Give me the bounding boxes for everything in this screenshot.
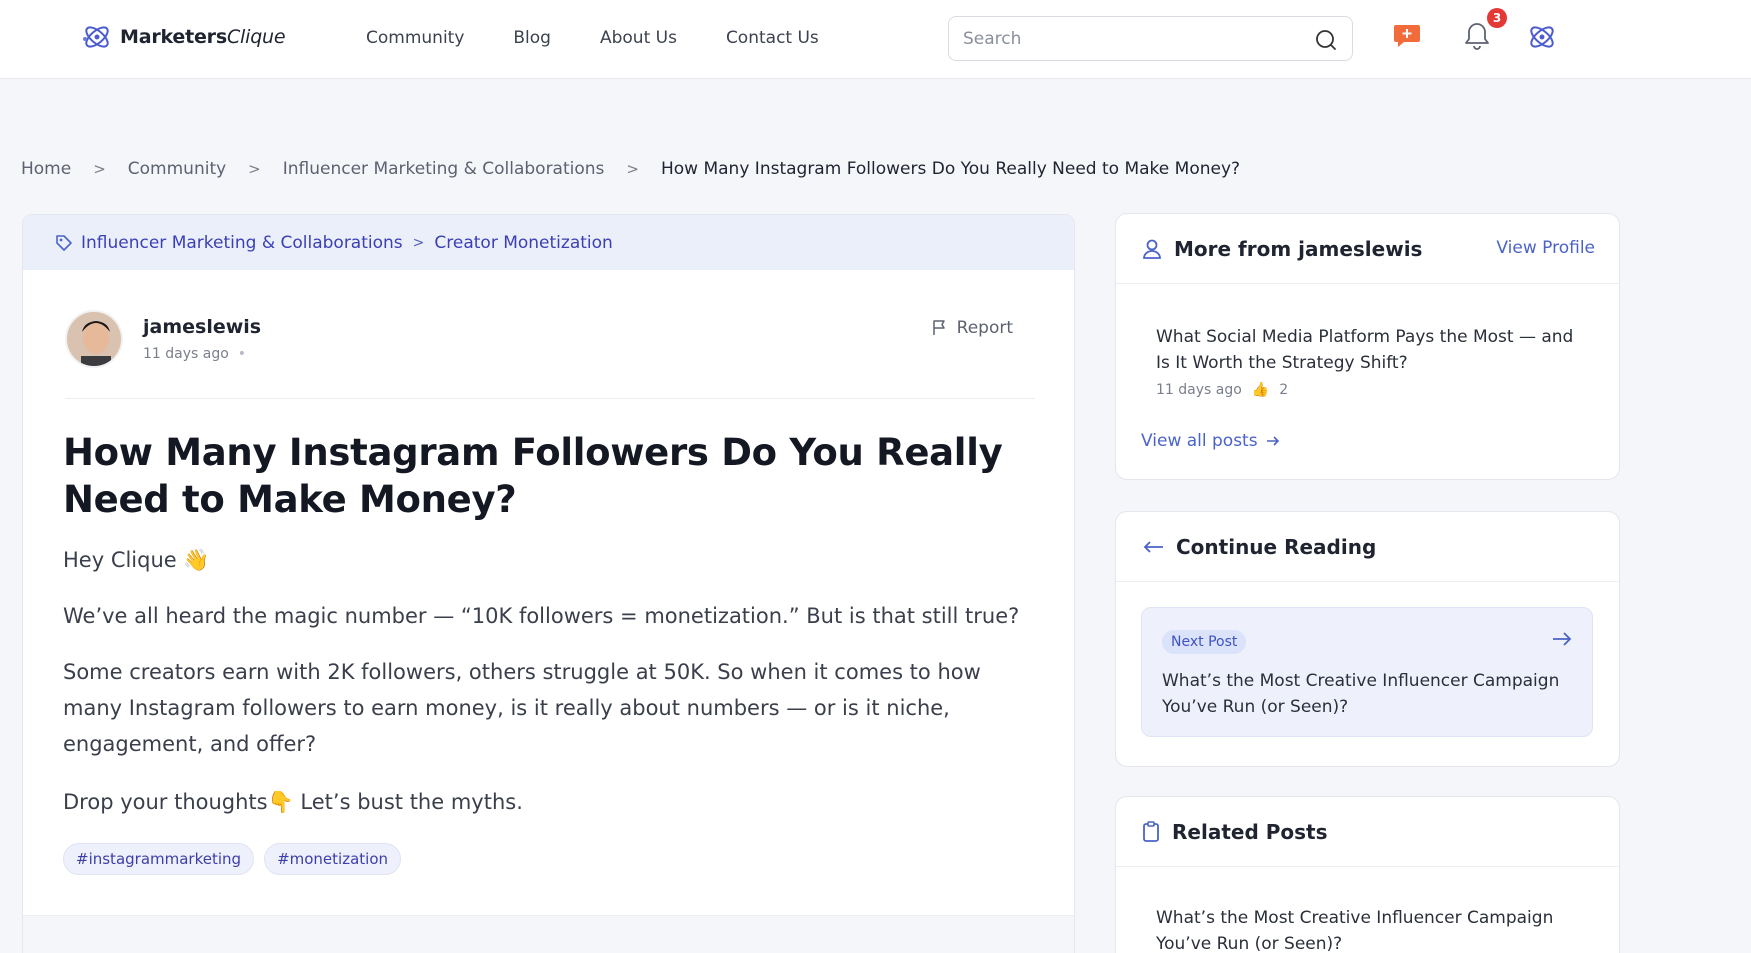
nav-about-us[interactable]: About Us: [600, 28, 677, 48]
next-post-title: What’s the Most Creative Influencer Camp…: [1162, 671, 1560, 717]
chevron-right-icon: >: [412, 234, 425, 251]
more-from-header: More from jameslewis View Profile: [1116, 214, 1619, 284]
report-button[interactable]: Report: [931, 318, 1013, 338]
thumbs-up-icon: 👍: [1251, 382, 1270, 398]
continue-reading-card: Continue Reading Next Post What’s the Mo…: [1115, 511, 1620, 767]
breadcrumb-home[interactable]: Home: [21, 159, 71, 179]
post-paragraph: Drop your thoughts👇 Let’s bust the myths…: [63, 790, 523, 814]
author-post-title: What Social Media Platform Pays the Most…: [1156, 327, 1574, 373]
main-nav: Community Blog About Us Contact Us: [366, 28, 868, 48]
author-post-item[interactable]: What Social Media Platform Pays the Most…: [1156, 324, 1586, 398]
subcategory-link[interactable]: Creator Monetization: [434, 233, 612, 253]
flag-icon: [932, 320, 945, 335]
next-post-card[interactable]: Next Post What’s the Most Creative Influ…: [1141, 607, 1593, 737]
nav-contact-us[interactable]: Contact Us: [726, 28, 819, 48]
search-icon[interactable]: [1314, 28, 1338, 52]
author-name[interactable]: jameslewis: [143, 316, 261, 338]
continue-reading-title: Continue Reading: [1176, 534, 1377, 559]
breadcrumb-current: How Many Instagram Followers Do You Real…: [660, 159, 1241, 179]
tag-list: #instagrammarketing #monetization: [63, 843, 402, 875]
related-posts-card: Related Posts What’s the Most Creative I…: [1115, 796, 1620, 953]
post-card: Influencer Marketing & Collaborations > …: [22, 214, 1075, 953]
site-logo[interactable]: MarketersClique: [80, 20, 286, 54]
related-posts-header: Related Posts: [1116, 797, 1619, 867]
category-bar: Influencer Marketing & Collaborations > …: [23, 215, 1074, 270]
related-posts-title: Related Posts: [1172, 819, 1328, 844]
report-label: Report: [956, 318, 1013, 338]
hashtag[interactable]: #instagrammarketing: [63, 843, 255, 875]
tag-icon: [56, 234, 72, 251]
nav-blog[interactable]: Blog: [513, 28, 551, 48]
arrow-left-icon: [1143, 540, 1163, 553]
logo-text: MarketersClique: [120, 26, 286, 48]
breadcrumb-category[interactable]: Influencer Marketing & Collaborations: [283, 159, 605, 179]
hashtag[interactable]: #monetization: [264, 843, 402, 875]
search-input[interactable]: [963, 27, 1293, 51]
post-paragraph: Some creators earn with 2K followers, ot…: [63, 660, 981, 756]
bell-icon[interactable]: [1462, 20, 1492, 52]
chevron-right-icon: >: [626, 160, 639, 178]
author-row: jameslewis 11 days ago • Report: [65, 310, 1035, 380]
chevron-right-icon: >: [248, 160, 261, 178]
view-profile-link[interactable]: View Profile: [1496, 238, 1595, 258]
more-from-card: More from jameslewis View Profile What S…: [1115, 213, 1620, 480]
category-link[interactable]: Influencer Marketing & Collaborations: [81, 233, 403, 253]
chevron-right-icon: >: [93, 160, 106, 178]
avatar-image: [67, 312, 121, 366]
view-all-label: View all posts: [1141, 431, 1258, 451]
more-from-title: More from jameslewis: [1174, 236, 1423, 261]
post-paragraph: We’ve all heard the magic number — “10K …: [63, 604, 1020, 628]
top-navigation-bar: MarketersClique Community Blog About Us …: [0, 0, 1751, 79]
breadcrumb: Home > Community > Influencer Marketing …: [21, 159, 1240, 179]
nav-community[interactable]: Community: [366, 28, 464, 48]
post-time: 11 days ago •: [143, 346, 246, 362]
next-post-pill: Next Post: [1162, 630, 1247, 654]
arrow-right-icon: [1266, 436, 1279, 446]
new-post-icon[interactable]: [1392, 20, 1422, 50]
profile-logo-icon[interactable]: [1525, 20, 1559, 54]
related-post-title[interactable]: What’s the Most Creative Influencer Camp…: [1156, 905, 1586, 953]
arrow-right-icon: [1553, 632, 1572, 646]
breadcrumb-community[interactable]: Community: [128, 159, 226, 179]
author-post-likes: 2: [1279, 382, 1289, 398]
user-icon: [1143, 239, 1161, 259]
author-post-time: 11 days ago: [1156, 382, 1242, 398]
post-paragraph: Hey Clique 👋: [63, 548, 210, 572]
notification-badge: 3: [1487, 8, 1507, 28]
post-footer: [23, 915, 1074, 953]
search-box: [948, 16, 1353, 61]
avatar[interactable]: [65, 310, 123, 368]
divider: [65, 398, 1035, 399]
view-all-posts-link[interactable]: View all posts: [1141, 431, 1280, 451]
author-post-meta: 11 days ago 👍 2: [1156, 382, 1586, 398]
post-title: How Many Instagram Followers Do You Real…: [63, 431, 1003, 521]
logo-icon: [83, 26, 109, 48]
clipboard-icon: [1143, 820, 1159, 842]
continue-reading-header: Continue Reading: [1116, 512, 1619, 582]
